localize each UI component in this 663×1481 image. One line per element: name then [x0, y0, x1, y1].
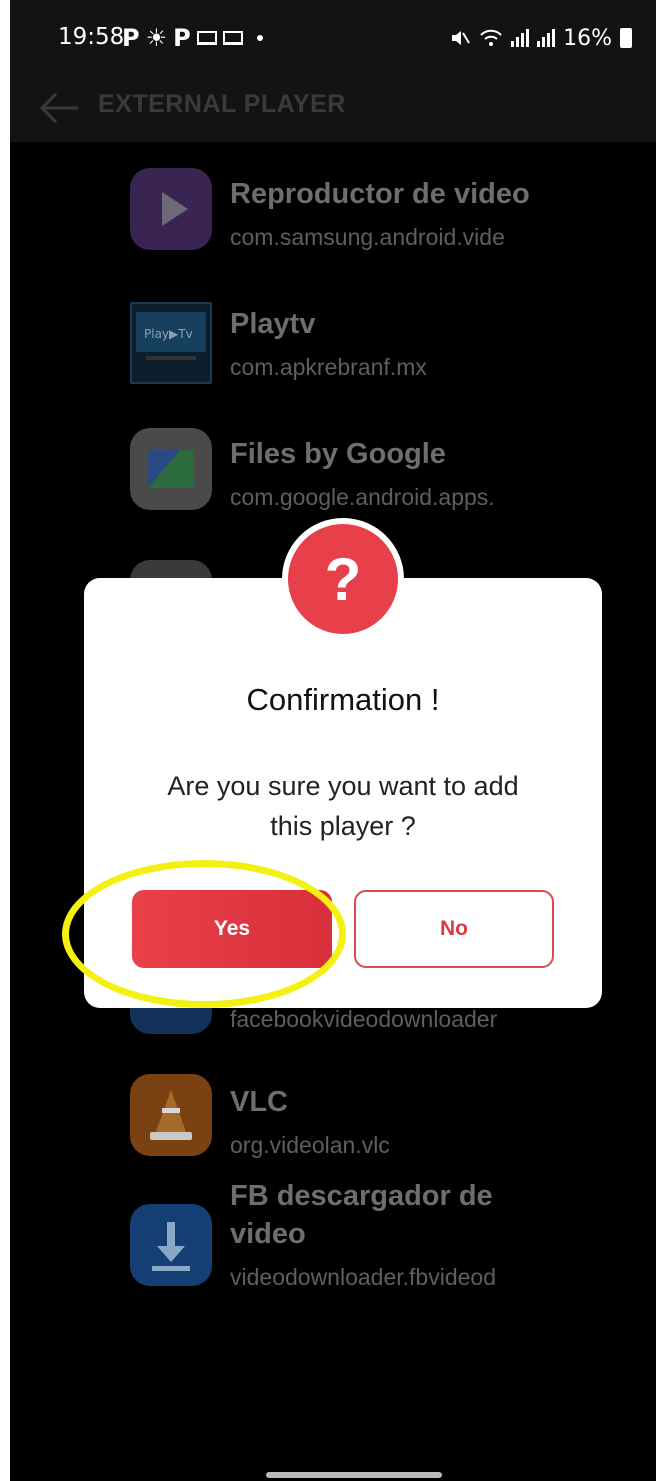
screen-icon — [196, 31, 217, 45]
app-bar: EXTERNAL PLAYER — [10, 78, 656, 142]
dialog-message: Are you sure you want to add this player… — [124, 766, 562, 846]
mute-icon — [452, 31, 470, 45]
player-name: FB descargador de — [230, 1180, 493, 1212]
list-item[interactable]: VLC org.videolan.vlc — [130, 1074, 650, 1174]
status-bar: 19:58 P ☀ P 16% — [10, 0, 656, 78]
player-package: com.apkrebranf.mx — [230, 354, 427, 380]
player-name: Playtv — [230, 308, 316, 340]
more-dot-icon — [256, 35, 263, 41]
signal-icon — [537, 29, 556, 47]
list-item[interactable]: Files by Google com.google.android.apps. — [130, 428, 650, 528]
system-icons: 16% — [449, 24, 632, 52]
tv-icon: Play▶Tv — [130, 302, 212, 384]
list-item[interactable]: Play▶Tv Playtv com.apkrebranf.mx — [130, 298, 650, 398]
parking-icon: P — [122, 24, 140, 52]
screen-icon — [222, 31, 243, 45]
svg-text:Play▶Tv: Play▶Tv — [144, 327, 193, 341]
player-package: com.samsung.android.vide — [230, 224, 505, 250]
parking-icon: P — [173, 24, 191, 52]
player-package: com.google.android.apps. — [230, 484, 495, 510]
player-name: Files by Google — [230, 438, 446, 470]
player-name-line2: video — [230, 1218, 306, 1250]
yes-button[interactable]: Yes — [132, 890, 332, 968]
dialog-message-line: Are you sure you want to add — [167, 771, 519, 801]
question-icon: ? — [282, 518, 404, 640]
status-time: 19:58 — [58, 24, 125, 50]
page-title: EXTERNAL PLAYER — [98, 90, 346, 118]
player-name: Reproductor de video — [230, 178, 530, 210]
weather-icon: ☀ — [145, 24, 168, 52]
list-item[interactable]: Reproductor de video com.samsung.android… — [130, 168, 650, 268]
battery-icon — [620, 28, 632, 48]
signal-icon — [511, 29, 530, 47]
player-package: facebookvideodownloader — [230, 1006, 498, 1032]
dialog-message-line: this player ? — [270, 811, 416, 841]
player-package: videodownloader.fbvideod — [230, 1264, 496, 1290]
phone-screen: 19:58 P ☀ P 16% EXTERNAL PLAYER Reproduc… — [10, 0, 656, 1481]
arrow-left-icon[interactable] — [38, 88, 80, 128]
list-item[interactable]: FB descargador de video videodownloader.… — [130, 1180, 650, 1330]
dialog-title: Confirmation ! — [246, 682, 440, 717]
play-icon — [130, 168, 212, 250]
gesture-handle[interactable] — [266, 1472, 442, 1478]
notification-icons: P ☀ P — [122, 24, 263, 52]
download-icon — [130, 1204, 212, 1286]
question-mark: ? — [324, 545, 362, 613]
cone-icon — [130, 1074, 212, 1156]
confirmation-dialog: Confirmation ! Are you sure you want to … — [84, 578, 602, 1008]
folder-icon — [130, 428, 212, 510]
no-button[interactable]: No — [354, 890, 554, 968]
battery-percent: 16% — [563, 25, 612, 51]
player-package: org.videolan.vlc — [230, 1132, 390, 1158]
wifi-icon — [480, 29, 502, 46]
player-name: VLC — [230, 1086, 288, 1118]
